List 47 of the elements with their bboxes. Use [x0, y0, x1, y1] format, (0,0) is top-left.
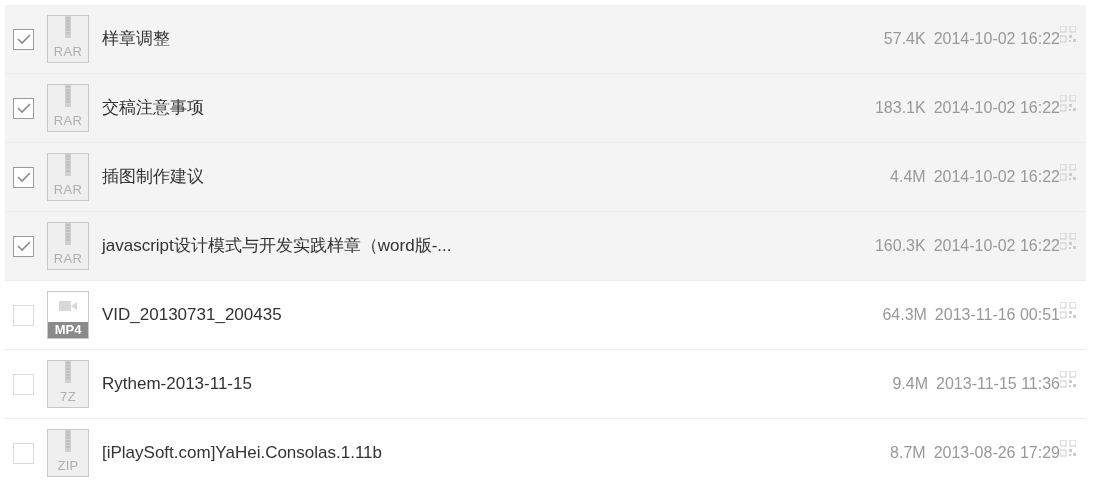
file-row[interactable]: RAR 样章调整 57.4K 2014-10-02 16:22: [5, 5, 1086, 74]
file-size: 57.4K: [883, 29, 926, 49]
file-row[interactable]: RAR javascript设计模式与开发实践样章（word版-... 160.3K 2014-10-02 16:22: [5, 212, 1086, 281]
file-size: 183.1K: [874, 98, 926, 118]
checkbox[interactable]: [13, 166, 34, 188]
archive-file-icon: 7Z: [47, 360, 89, 408]
file-date: 2014-10-02 16:22: [933, 98, 1060, 118]
checkbox[interactable]: [13, 28, 34, 50]
file-date: 2013-11-16 00:51: [934, 305, 1060, 325]
qr-code-icon[interactable]: [1060, 233, 1076, 251]
archive-file-icon: RAR: [47, 153, 89, 201]
file-row[interactable]: RAR 交稿注意事项 183.1K 2014-10-02 16:22: [5, 74, 1086, 143]
file-name[interactable]: Rythem-2013-11-15: [102, 371, 252, 397]
check-icon: [16, 102, 31, 114]
file-date: 2013-08-26 17:29: [933, 443, 1060, 463]
check-icon: [16, 240, 31, 252]
check-icon: [16, 33, 31, 45]
file-name[interactable]: VID_20130731_200435: [102, 302, 282, 328]
archive-file-icon: ZIP: [47, 429, 89, 477]
qr-code-icon[interactable]: [1060, 26, 1076, 44]
file-row[interactable]: RAR 插图制作建议 4.4M 2014-10-02 16:22: [5, 143, 1086, 212]
qr-code-icon[interactable]: [1060, 440, 1076, 458]
archive-file-icon: RAR: [47, 222, 89, 270]
qr-code-icon[interactable]: [1060, 164, 1076, 182]
archive-file-icon: RAR: [47, 15, 89, 63]
file-date: 2014-10-02 16:22: [933, 236, 1060, 256]
file-size: 64.3M: [882, 305, 927, 325]
file-name[interactable]: javascript设计模式与开发实践样章（word版-...: [102, 233, 452, 259]
archive-file-icon: RAR: [47, 84, 89, 132]
qr-code-icon[interactable]: [1060, 95, 1076, 113]
file-size: 160.3K: [874, 236, 926, 256]
qr-code-icon[interactable]: [1060, 371, 1076, 389]
file-size: 4.4M: [890, 167, 926, 187]
file-date: 2013-11-15 11:36: [936, 374, 1060, 394]
file-name[interactable]: 插图制作建议: [102, 164, 204, 190]
video-file-icon: MP4: [47, 291, 89, 339]
check-icon: [16, 171, 31, 183]
file-name[interactable]: 样章调整: [102, 26, 170, 52]
file-date: 2014-10-02 16:22: [933, 29, 1060, 49]
file-date: 2014-10-02 16:22: [933, 167, 1060, 187]
file-size: 8.7M: [890, 443, 926, 463]
qr-code-icon[interactable]: [1060, 302, 1076, 320]
file-name[interactable]: [iPlaySoft.com]YaHei.Consolas.1.11b: [102, 440, 382, 466]
file-name[interactable]: 交稿注意事项: [102, 95, 204, 121]
checkbox[interactable]: [13, 97, 34, 119]
checkbox[interactable]: [13, 235, 34, 257]
file-size: 9.4M: [892, 374, 929, 394]
